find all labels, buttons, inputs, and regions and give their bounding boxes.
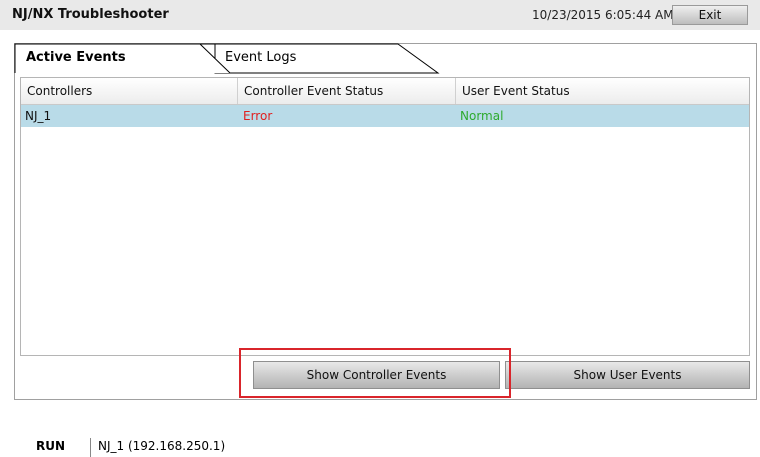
controller-address: NJ_1 (192.168.250.1): [98, 439, 226, 453]
table-header: Controllers Controller Event Status User…: [21, 78, 749, 105]
cell-user-event-status: Normal: [460, 109, 504, 123]
tab-active-events[interactable]: [15, 44, 205, 74]
run-mode-label: RUN: [36, 439, 66, 453]
show-controller-events-button[interactable]: Show Controller Events: [253, 361, 500, 389]
column-header-user-event-status[interactable]: User Event Status: [456, 78, 749, 104]
status-divider: [90, 438, 91, 457]
column-header-controller-event-status[interactable]: Controller Event Status: [238, 78, 456, 104]
cell-controller-name: NJ_1: [25, 109, 52, 123]
tab-event-logs[interactable]: [215, 44, 425, 74]
status-bar: RUN NJ_1 (192.168.250.1): [0, 436, 760, 457]
show-user-events-button[interactable]: Show User Events: [505, 361, 750, 389]
table-row[interactable]: NJ_1 Error Normal: [21, 105, 749, 127]
cell-controller-event-status: Error: [243, 109, 273, 123]
column-header-controllers[interactable]: Controllers: [21, 78, 238, 104]
active-events-table: Controllers Controller Event Status User…: [20, 77, 750, 356]
